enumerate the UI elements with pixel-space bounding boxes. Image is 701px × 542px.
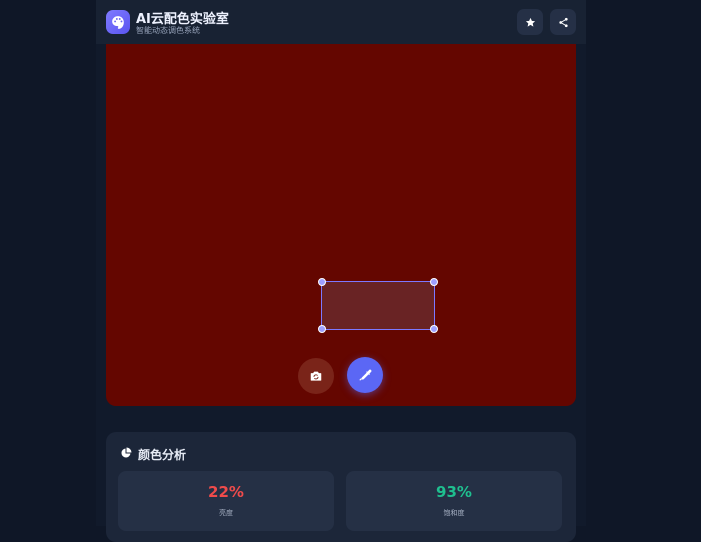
panel-title: 颜色分析 [138, 448, 187, 462]
color-picker-button[interactable] [347, 357, 383, 393]
app-header: AI云配色实验室 智能动态调色系统 [96, 0, 586, 44]
pie-chart-icon [121, 447, 132, 458]
camera-switch-button[interactable] [298, 358, 334, 394]
selection-handle-top-right[interactable] [430, 278, 438, 286]
selection-handle-top-left[interactable] [318, 278, 326, 286]
saturation-card: 93% 饱和度 [346, 471, 562, 531]
brightness-card: 22% 亮度 [118, 471, 334, 531]
app-subtitle: 智能动态调色系统 [136, 26, 200, 35]
camera-switch-icon [310, 371, 322, 381]
selection-handle-bottom-left[interactable] [318, 325, 326, 333]
saturation-value: 93% [436, 483, 472, 501]
brightness-label: 亮度 [219, 509, 233, 517]
eyedropper-icon [359, 369, 372, 381]
color-sample-selection[interactable] [321, 281, 435, 330]
app-shell: AI云配色实验室 智能动态调色系统 颜色分析 22% 亮度 93% 饱和度 [96, 0, 586, 542]
camera-canvas[interactable] [106, 44, 576, 406]
brightness-value: 22% [208, 483, 244, 501]
favorite-button[interactable] [517, 9, 543, 35]
selection-handle-bottom-right[interactable] [430, 325, 438, 333]
share-button[interactable] [550, 9, 576, 35]
share-icon [558, 17, 568, 27]
saturation-label: 饱和度 [443, 509, 465, 517]
star-icon [525, 17, 535, 27]
palette-icon [106, 10, 130, 34]
